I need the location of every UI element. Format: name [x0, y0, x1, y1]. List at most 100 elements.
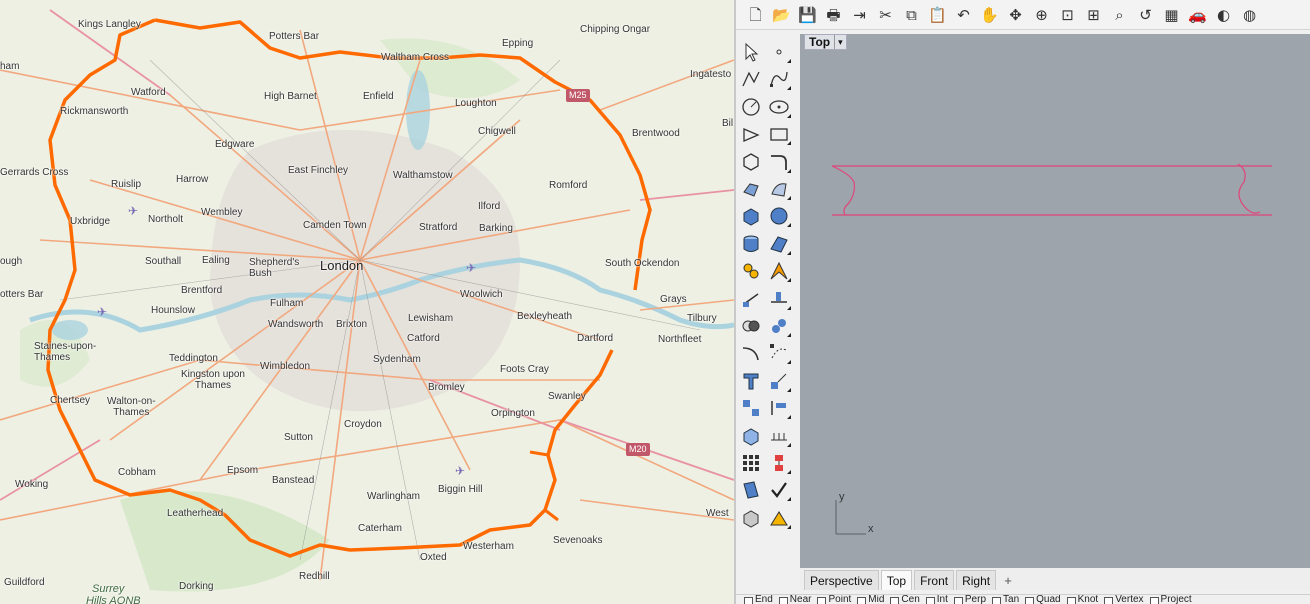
osnap-checkbox[interactable] — [992, 597, 1002, 604]
flyout-corner-icon — [787, 497, 791, 502]
cylinder-icon[interactable] — [738, 232, 764, 256]
new-icon[interactable]: 🗋 — [744, 3, 767, 27]
array-icon[interactable] — [738, 396, 764, 420]
car-icon[interactable]: 🚗 — [1186, 3, 1209, 27]
zoom-window-icon[interactable]: ⊡ — [1056, 3, 1079, 27]
arc-icon[interactable] — [738, 122, 764, 146]
scale-icon[interactable] — [766, 369, 792, 393]
osnap-point[interactable]: Point — [817, 595, 851, 604]
surface-points-icon[interactable] — [738, 177, 764, 201]
osnap-checkbox[interactable] — [1149, 597, 1159, 604]
surface-edge-icon[interactable] — [766, 177, 792, 201]
osnap-checkbox[interactable] — [890, 597, 900, 604]
boolean-split-icon[interactable] — [766, 314, 792, 338]
render-mesh-icon[interactable] — [766, 506, 792, 530]
explode-icon[interactable] — [766, 259, 792, 283]
trim-icon[interactable] — [738, 287, 764, 311]
osnap-checkbox[interactable] — [953, 597, 963, 604]
transform-icon[interactable] — [738, 259, 764, 283]
place-label: Camden Town — [303, 220, 367, 231]
shade-icon[interactable]: ◐ — [1212, 3, 1235, 27]
pan-icon[interactable]: ✋ — [978, 3, 1001, 27]
osnap-perp[interactable]: Perp — [953, 595, 986, 604]
osnap-project[interactable]: Project — [1149, 595, 1192, 604]
boolean-union-icon[interactable] — [738, 314, 764, 338]
osnap-checkbox[interactable] — [817, 597, 827, 604]
open-icon[interactable]: 📂 — [770, 3, 793, 27]
tab-right[interactable]: Right — [956, 570, 997, 590]
place-label: Orpington — [491, 408, 535, 419]
four-viewports-icon[interactable]: ▦ — [1160, 3, 1183, 27]
group-icon[interactable] — [766, 451, 792, 475]
place-label: Grays — [660, 294, 687, 305]
osnap-cen[interactable]: Cen — [890, 595, 920, 604]
curve-icon[interactable] — [766, 67, 792, 91]
render-icon[interactable]: ◍ — [1238, 3, 1261, 27]
rectangle-icon[interactable] — [766, 122, 792, 146]
osnap-mid[interactable]: Mid — [857, 595, 884, 604]
cut-icon[interactable]: ✂ — [874, 3, 897, 27]
split-icon[interactable] — [766, 287, 792, 311]
osnap-quad[interactable]: Quad — [1025, 595, 1061, 604]
osnap-checkbox[interactable] — [1025, 597, 1035, 604]
osnap-checkbox[interactable] — [778, 597, 788, 604]
solid-icon[interactable] — [738, 506, 764, 530]
viewport-menu-arrow-icon[interactable]: ▾ — [834, 35, 846, 49]
tab-front[interactable]: Front — [914, 570, 955, 590]
osnap-int[interactable]: Int — [925, 595, 948, 604]
flyout-corner-icon — [787, 196, 791, 200]
layers-icon[interactable] — [738, 478, 764, 502]
copy-icon[interactable]: ⧉ — [900, 3, 923, 27]
viewport-title-label[interactable]: Top — [805, 35, 834, 49]
rebuild-icon[interactable] — [738, 341, 764, 365]
viewport-canvas[interactable]: y x — [800, 34, 1310, 568]
select-icon[interactable] — [738, 40, 764, 64]
tab-top[interactable]: Top — [880, 570, 913, 590]
osnap-checkbox[interactable] — [1104, 597, 1114, 604]
polygon-icon[interactable] — [738, 150, 764, 174]
check-icon[interactable] — [766, 478, 792, 502]
edit-points-icon[interactable] — [766, 341, 792, 365]
zoom-extents-icon[interactable]: ⊞ — [1082, 3, 1105, 27]
tab-perspective[interactable]: Perspective — [804, 570, 879, 590]
osnap-checkbox[interactable] — [925, 597, 935, 604]
top-viewport[interactable]: y x Top ▾ — [800, 34, 1310, 568]
mesh-icon[interactable] — [766, 232, 792, 256]
osnap-near[interactable]: Near — [778, 595, 811, 604]
save-icon[interactable]: 💾 — [796, 3, 819, 27]
flyout-corner-icon — [787, 223, 791, 228]
align-icon[interactable] — [766, 396, 792, 420]
undo-view-icon[interactable]: ↺ — [1134, 3, 1157, 27]
paste-icon[interactable]: 📋 — [926, 3, 949, 27]
osnap-checkbox[interactable] — [857, 597, 867, 604]
ellipse-icon[interactable] — [766, 95, 792, 119]
osnap-vertex[interactable]: Vertex — [1104, 595, 1144, 604]
sphere-icon[interactable] — [766, 204, 792, 228]
circle-icon[interactable] — [738, 95, 764, 119]
rotate-view-icon[interactable]: ✥ — [1004, 3, 1027, 27]
fillet-icon[interactable] — [766, 150, 792, 174]
osnap-end[interactable]: End — [744, 595, 773, 604]
place-label: Redhill — [299, 571, 330, 582]
add-viewport-tab-button[interactable]: + — [998, 570, 1018, 590]
viewport-title[interactable]: Top ▾ — [804, 34, 847, 50]
london-map[interactable]: M25 M20 ✈ ✈ ✈ ✈ Kings Langley Potters Ba… — [0, 0, 734, 604]
dimension-icon[interactable] — [766, 424, 792, 448]
text-icon[interactable] — [738, 369, 764, 393]
osnap-checkbox[interactable] — [744, 597, 753, 604]
osnap-checkbox[interactable] — [1066, 597, 1076, 604]
zoom-selected-icon[interactable]: ⌕ — [1108, 3, 1131, 27]
grid-icon[interactable] — [738, 451, 764, 475]
osnap-knot[interactable]: Knot — [1066, 595, 1098, 604]
place-label: Swanley — [548, 391, 586, 402]
point-icon[interactable] — [766, 40, 792, 64]
block-icon[interactable] — [738, 424, 764, 448]
print-icon[interactable]: 🖶 — [822, 3, 845, 27]
osnap-tan[interactable]: Tan — [992, 595, 1019, 604]
polyline-icon[interactable] — [738, 67, 764, 91]
place-label: Waltham Cross — [381, 52, 449, 63]
zoom-icon[interactable]: ⊕ — [1030, 3, 1053, 27]
import-icon[interactable]: ⇥ — [848, 3, 871, 27]
box-icon[interactable] — [738, 204, 764, 228]
undo-icon[interactable]: ↶ — [952, 3, 975, 27]
